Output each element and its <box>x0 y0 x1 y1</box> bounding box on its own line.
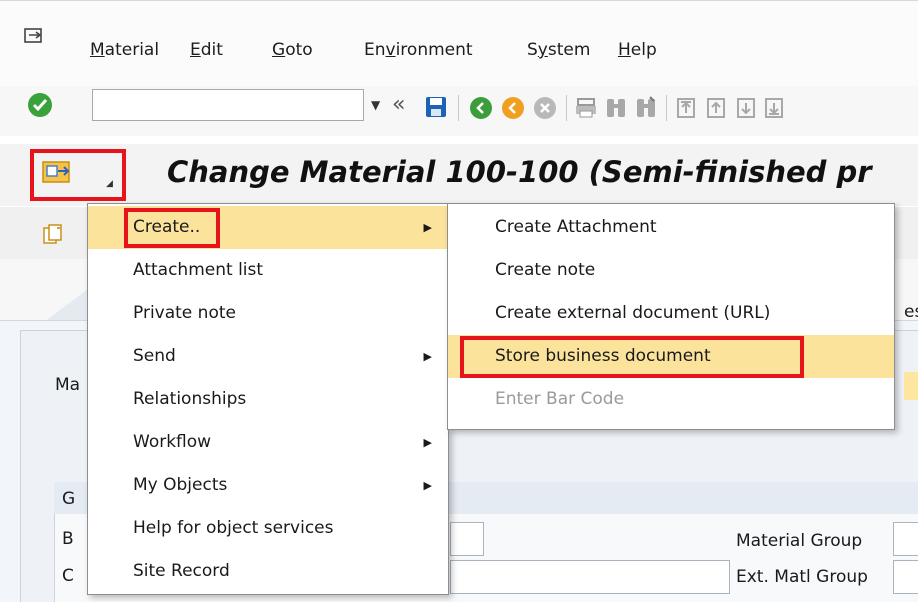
menu-item-relationships[interactable]: Relationships <box>88 378 448 421</box>
menu-item-create-note[interactable]: Create note <box>448 249 894 292</box>
menu-help[interactable]: Help <box>618 40 657 60</box>
last-page-icon[interactable] <box>762 96 786 120</box>
find-icon[interactable] <box>604 96 628 120</box>
print-icon[interactable] <box>574 96 598 120</box>
services-menu: Create.. ▶ Attachment list Private note … <box>87 203 449 595</box>
menu-item-enter-bar-code: Enter Bar Code <box>495 389 625 409</box>
highlight-annotation-create <box>124 208 220 248</box>
tab-label-fragment: es <box>904 302 918 322</box>
save-icon[interactable] <box>424 95 448 119</box>
menu-item-my-objects[interactable]: My Objects ▶ <box>88 464 448 507</box>
menu-icon[interactable] <box>24 28 44 44</box>
old-material-label: C <box>62 566 74 586</box>
menu-goto[interactable]: Goto <box>272 40 313 60</box>
base-unit-field[interactable] <box>450 522 484 556</box>
submenu-arrow-icon: ▶ <box>423 221 432 234</box>
menu-edit[interactable]: Edit <box>190 40 223 60</box>
cancel-icon[interactable] <box>532 95 558 121</box>
command-field[interactable] <box>92 89 364 121</box>
toolbar-separator <box>566 95 567 121</box>
toolbar-separator <box>458 95 459 121</box>
old-material-field[interactable] <box>450 560 730 594</box>
create-submenu: Create Attachment Create note Create ext… <box>447 203 895 430</box>
menu-system[interactable]: System <box>527 40 590 60</box>
menu-material[interactable]: Material <box>90 40 159 60</box>
check-icon[interactable] <box>28 93 52 117</box>
base-unit-label: B <box>62 529 74 549</box>
page-title: Change Material 100-100 (Semi-finished p… <box>167 155 872 189</box>
menu-item-private-note[interactable]: Private note <box>88 292 448 335</box>
next-page-icon[interactable] <box>734 96 758 120</box>
menu-item-workflow[interactable]: Workflow ▶ <box>88 421 448 464</box>
exit-icon[interactable] <box>500 95 526 121</box>
find-next-icon[interactable] <box>634 96 658 120</box>
create-document-icon[interactable] <box>42 223 64 245</box>
command-dropdown-icon[interactable]: ▼ <box>371 98 380 112</box>
submenu-arrow-icon: ▶ <box>423 350 432 363</box>
toolbar-separator <box>666 95 667 121</box>
ext-matl-group-field[interactable] <box>893 560 918 594</box>
first-page-icon[interactable] <box>674 96 698 120</box>
submenu-arrow-icon: ▶ <box>423 436 432 449</box>
menu-item-attachment-list[interactable]: Attachment list <box>88 249 448 292</box>
material-label: Ma <box>55 375 81 395</box>
dropdown-arrow-icon: ◢ <box>106 179 113 189</box>
menu-item-create-attachment[interactable]: Create Attachment <box>448 206 894 249</box>
back-double-icon[interactable]: « <box>392 92 405 117</box>
menu-item-create-external-document[interactable]: Create external document (URL) <box>448 292 894 335</box>
menu-environment[interactable]: Environment <box>364 40 473 60</box>
material-group-label: Material Group <box>736 531 863 551</box>
back-icon[interactable] <box>468 95 494 121</box>
menu-item-send[interactable]: Send ▶ <box>88 335 448 378</box>
prev-page-icon[interactable] <box>704 96 728 120</box>
menu-item-help-object-services[interactable]: Help for object services <box>88 507 448 550</box>
menu-item-site-record[interactable]: Site Record <box>88 550 448 593</box>
highlight-annotation-store <box>460 336 804 378</box>
submenu-arrow-icon: ▶ <box>423 479 432 492</box>
ext-matl-group-label: Ext. Matl Group <box>736 567 868 587</box>
material-group-field[interactable] <box>893 522 918 556</box>
group-title: G <box>62 489 76 509</box>
description-field[interactable] <box>904 372 918 400</box>
services-for-object-icon <box>42 161 70 183</box>
